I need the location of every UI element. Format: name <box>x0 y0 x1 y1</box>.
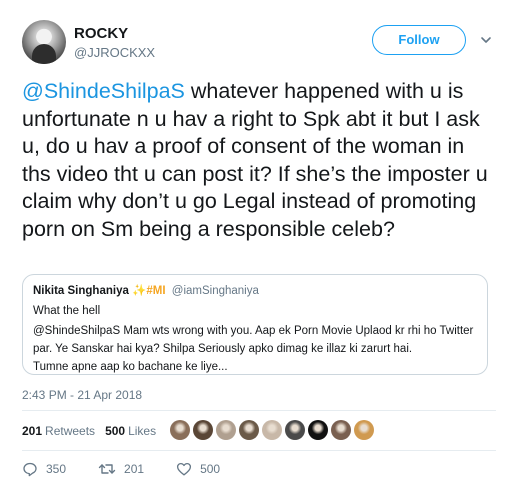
divider <box>22 410 496 411</box>
liker-avatars <box>170 420 377 440</box>
liker-avatar[interactable] <box>262 420 282 440</box>
quoted-text-line: par. Ye Sanskar hai kya? Shilpa Seriousl… <box>33 343 413 355</box>
author-name[interactable]: ROCKY <box>74 25 128 42</box>
liker-avatar[interactable] <box>216 420 236 440</box>
author-handle[interactable]: @JJROCKXX <box>74 45 155 60</box>
reply-count: 350 <box>46 462 67 476</box>
quoted-text-line: Tumne apne aap ko bachane ke liye... <box>33 361 228 373</box>
quoted-author-name: Nikita Singhaniya <box>33 285 129 297</box>
retweet-icon <box>98 464 116 474</box>
retweet-button[interactable]: 201 <box>98 461 144 477</box>
quoted-tweet-header: Nikita Singhaniya ✨#MI @iamSinghaniya <box>33 283 477 299</box>
mention-link[interactable]: @ShindeShilpaS <box>22 79 185 103</box>
tweet-text: @ShindeShilpaS whatever happened with u … <box>22 78 496 243</box>
tweet-body: whatever happened with u is unfortunate … <box>22 79 488 241</box>
divider <box>22 450 496 451</box>
quoted-text-line: @ShindeShilpaS Mam wts wrong with you. A… <box>33 325 474 337</box>
liker-avatar[interactable] <box>354 420 374 440</box>
tweet-header: ROCKY @JJROCKXX Follow <box>22 18 496 68</box>
liker-avatar[interactable] <box>170 420 190 440</box>
quoted-tweet[interactable]: Nikita Singhaniya ✨#MI @iamSinghaniya Wh… <box>22 274 488 375</box>
quoted-author-emoji-tag: ✨#MI <box>132 285 166 297</box>
liker-avatar[interactable] <box>331 420 351 440</box>
likes-label[interactable]: Likes <box>128 424 156 438</box>
chevron-down-icon[interactable] <box>479 33 493 47</box>
reply-icon <box>23 462 37 477</box>
tweet-actions: 350 201 500 <box>22 458 252 480</box>
liker-avatar[interactable] <box>193 420 213 440</box>
tweet-timestamp[interactable]: 2:43 PM - 21 Apr 2018 <box>22 388 142 402</box>
liker-avatar[interactable] <box>239 420 259 440</box>
liker-avatar[interactable] <box>285 420 305 440</box>
engagement-stats: 201 Retweets 500 Likes <box>22 418 156 444</box>
likes-count[interactable]: 500 <box>105 424 125 438</box>
quoted-text-line: What the hell <box>33 305 101 317</box>
retweets-count[interactable]: 201 <box>22 424 42 438</box>
retweets-label[interactable]: Retweets <box>45 424 95 438</box>
avatar[interactable] <box>22 20 66 64</box>
heart-icon <box>177 462 192 476</box>
like-button[interactable]: 500 <box>176 461 220 477</box>
reply-button[interactable]: 350 <box>22 461 66 477</box>
liker-avatar[interactable] <box>308 420 328 440</box>
like-count: 500 <box>200 462 221 476</box>
retweet-count: 201 <box>124 462 145 476</box>
quoted-author-handle: @iamSinghaniya <box>171 285 259 297</box>
follow-button[interactable]: Follow <box>372 25 466 55</box>
